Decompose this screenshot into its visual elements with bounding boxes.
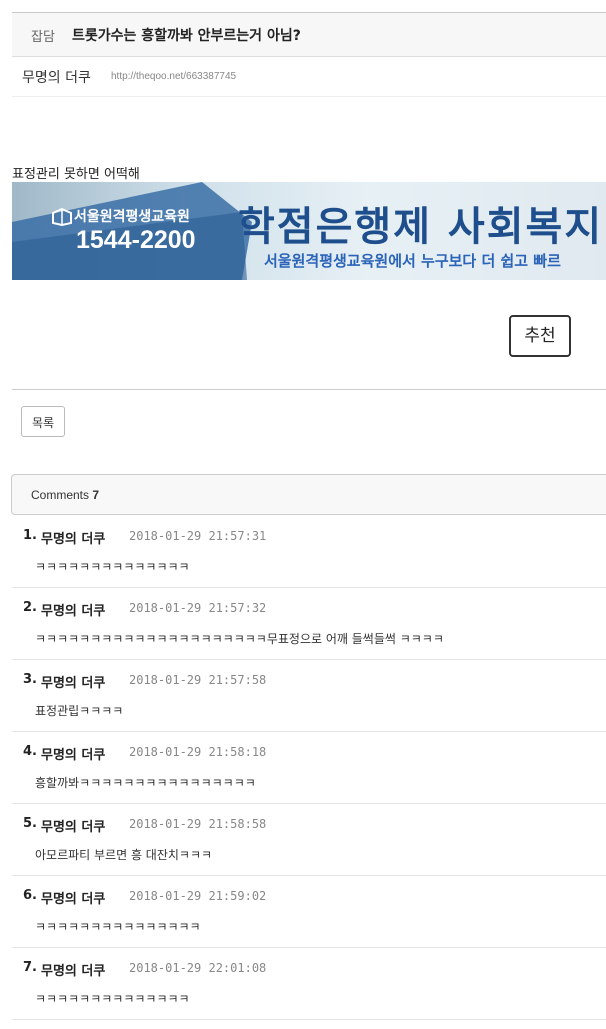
comment-text: 표정관립ㅋㅋㅋㅋ: [35, 704, 124, 718]
comment-text: ㅋㅋㅋㅋㅋㅋㅋㅋㅋㅋㅋㅋㅋㅋ: [35, 992, 190, 1006]
comment-item: 5. 무명의 더쿠 2018-01-29 21:58:58 아모르파티 부르면 …: [12, 803, 606, 876]
comment-number: 4.: [23, 744, 37, 759]
post-body: 표정관리 못하면 어떡해: [12, 167, 140, 182]
comments-header: Comments 7: [11, 474, 606, 515]
post-url-link[interactable]: http://theqoo.net/663387745: [111, 71, 236, 82]
comment-date: 2018-01-29 21:57:58: [129, 673, 267, 687]
comment-author: 무명의 더쿠: [41, 820, 106, 835]
comment-date: 2018-01-29 21:58:18: [129, 745, 267, 759]
recommend-button[interactable]: 추천: [509, 315, 571, 357]
comment-item: 1. 무명의 더쿠 2018-01-29 21:57:31 ㅋㅋㅋㅋㅋㅋㅋㅋㅋㅋ…: [12, 515, 606, 588]
comment-author: 무명의 더쿠: [41, 748, 106, 763]
comment-item: 7. 무명의 더쿠 2018-01-29 22:01:08 ㅋㅋㅋㅋㅋㅋㅋㅋㅋㅋ…: [12, 947, 606, 1020]
banner-subtext: 서울원격평생교육원에서 누구보다 더 쉽고 빠르: [264, 252, 561, 270]
comment-author: 무명의 더쿠: [41, 532, 106, 547]
comment-number: 3.: [23, 672, 37, 687]
comment-text: 흥할까봐ㅋㅋㅋㅋㅋㅋㅋㅋㅋㅋㅋㅋㅋㅋㅋㅋ: [35, 776, 256, 790]
post-author: 무명의 더쿠: [22, 70, 91, 86]
comment-text: ㅋㅋㅋㅋㅋㅋㅋㅋㅋㅋㅋㅋㅋㅋ: [35, 560, 190, 574]
comments-count: 7: [92, 488, 100, 502]
comment-author: 무명의 더쿠: [41, 676, 106, 691]
comments-title: Comments 7: [31, 488, 99, 502]
ad-banner[interactable]: 서울원격평생교육원 1544-2200 학점은행제 사회복지 서울원격평생교육원…: [12, 182, 606, 280]
comment-date: 2018-01-29 21:59:02: [129, 889, 267, 903]
comment-text: ㅋㅋㅋㅋㅋㅋㅋㅋㅋㅋㅋㅋㅋㅋㅋㅋㅋㅋㅋㅋㅋ무표정으로 어깨 들썩들썩 ㅋㅋㅋㅋ: [35, 632, 444, 646]
comment-text: ㅋㅋㅋㅋㅋㅋㅋㅋㅋㅋㅋㅋㅋㅋㅋ: [35, 920, 201, 934]
comment-number: 1.: [23, 528, 37, 543]
comment-author: 무명의 더쿠: [41, 964, 106, 979]
banner-headline: 학점은행제 사회복지: [238, 204, 604, 250]
comment-text: 아모르파티 부르면 흥 대잔치ㅋㅋㅋ: [35, 848, 213, 862]
comments-label: Comments: [31, 488, 90, 502]
comment-item: 3. 무명의 더쿠 2018-01-29 21:57:58 표정관립ㅋㅋㅋㅋ: [12, 659, 606, 732]
post-title: 트롯가수는 흥할까봐 안부르는거 아님?: [72, 28, 301, 44]
banner-phone: 1544-2200: [76, 226, 196, 254]
post-author-bar: 무명의 더쿠 http://theqoo.net/663387745: [12, 57, 606, 97]
comment-item: 4. 무명의 더쿠 2018-01-29 21:58:18 흥할까봐ㅋㅋㅋㅋㅋㅋ…: [12, 731, 606, 804]
comment-number: 7.: [23, 960, 37, 975]
comment-number: 2.: [23, 600, 37, 615]
school-logo-icon: [52, 208, 72, 226]
content-divider: [12, 389, 606, 390]
list-button[interactable]: 목록: [21, 406, 65, 437]
post-title-bar: 잡담 트롯가수는 흥할까봐 안부르는거 아님?: [12, 13, 606, 57]
comment-date: 2018-01-29 21:57:32: [129, 601, 267, 615]
comment-date: 2018-01-29 22:01:08: [129, 961, 267, 975]
post-category[interactable]: 잡담: [31, 26, 55, 45]
comment-date: 2018-01-29 21:58:58: [129, 817, 267, 831]
comment-number: 6.: [23, 888, 37, 903]
comment-date: 2018-01-29 21:57:31: [129, 529, 267, 543]
comment-author: 무명의 더쿠: [41, 892, 106, 907]
comment-author: 무명의 더쿠: [41, 604, 106, 619]
comment-number: 5.: [23, 816, 37, 831]
comment-item: 6. 무명의 더쿠 2018-01-29 21:59:02 ㅋㅋㅋㅋㅋㅋㅋㅋㅋㅋ…: [12, 875, 606, 948]
banner-org-name: 서울원격평생교육원: [74, 209, 190, 225]
comment-item: 2. 무명의 더쿠 2018-01-29 21:57:32 ㅋㅋㅋㅋㅋㅋㅋㅋㅋㅋ…: [12, 587, 606, 660]
